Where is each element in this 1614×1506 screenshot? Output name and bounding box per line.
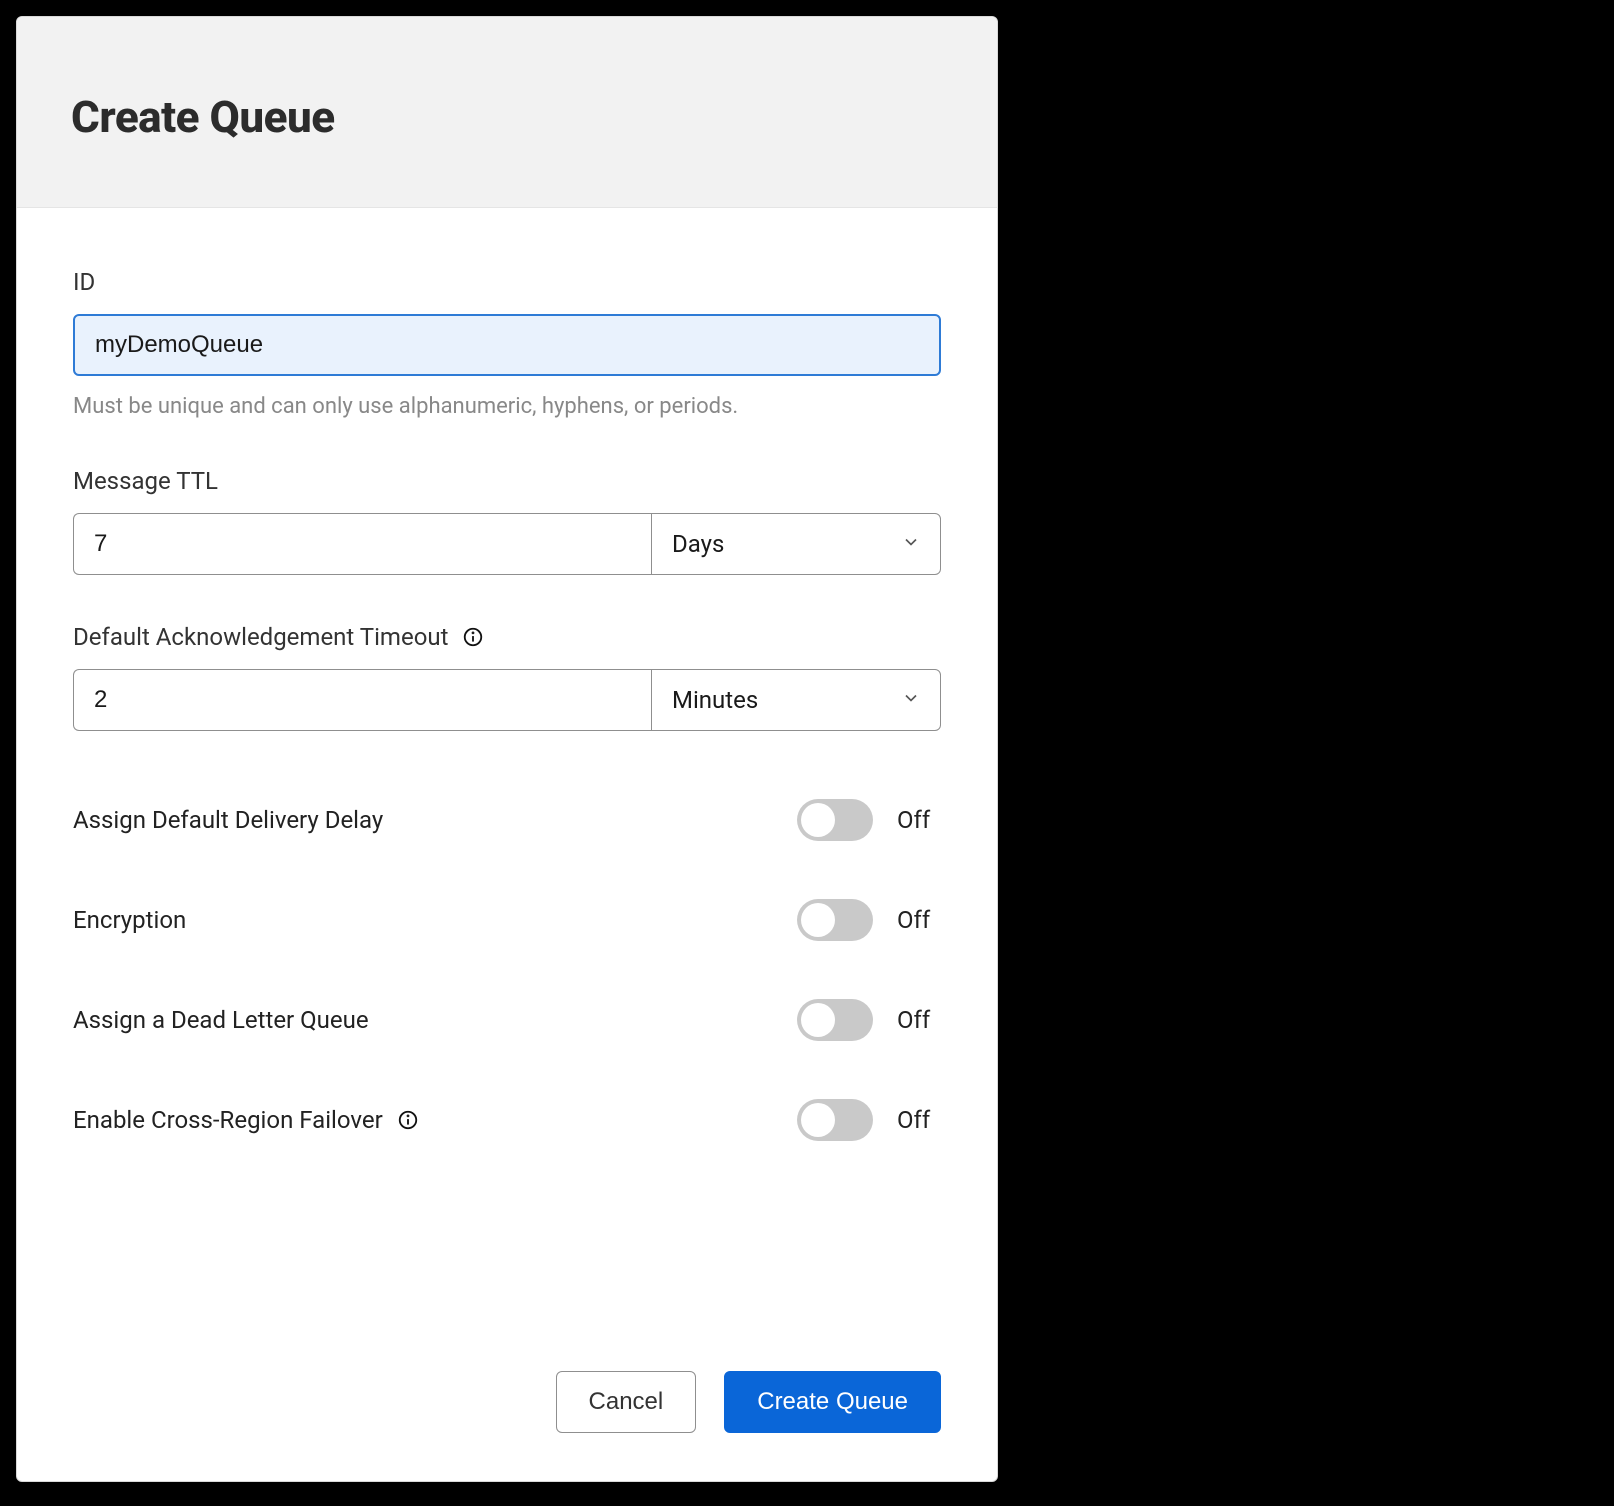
ack-timeout-label: Default Acknowledgement Timeout: [73, 623, 941, 651]
id-help-text: Must be unique and can only use alphanum…: [73, 394, 941, 419]
crossregion-switch[interactable]: [797, 1099, 873, 1141]
cancel-button[interactable]: Cancel: [556, 1371, 697, 1433]
info-icon[interactable]: [462, 626, 484, 648]
ack-timeout-input-pair: Minutes: [73, 669, 941, 731]
create-queue-dialog: Create Queue ID Must be unique and can o…: [16, 16, 998, 1482]
message-ttl-label: Message TTL: [73, 467, 941, 495]
message-ttl-unit-value: Days: [651, 513, 941, 575]
crossregion-label-text: Enable Cross-Region Failover: [73, 1106, 383, 1134]
crossregion-state: Off: [897, 1106, 941, 1134]
dlq-label: Assign a Dead Letter Queue: [73, 1006, 369, 1034]
toggle-delivery-delay: Assign Default Delivery Delay Off: [73, 779, 941, 861]
dlq-state: Off: [897, 1006, 941, 1034]
dialog-header: Create Queue: [17, 17, 997, 208]
toggle-list: Assign Default Delivery Delay Off Encryp…: [73, 779, 941, 1161]
toggle-cross-region-failover: Enable Cross-Region Failover Off: [73, 1079, 941, 1161]
ack-timeout-label-text: Default Acknowledgement Timeout: [73, 623, 448, 651]
crossregion-label: Enable Cross-Region Failover: [73, 1106, 419, 1134]
id-label: ID: [73, 268, 941, 296]
toggle-encryption: Encryption Off: [73, 879, 941, 961]
message-ttl-unit-select[interactable]: Days: [651, 513, 941, 575]
delivery-delay-label: Assign Default Delivery Delay: [73, 806, 383, 834]
id-input[interactable]: [73, 314, 941, 376]
dialog-footer: Cancel Create Queue: [17, 1335, 997, 1481]
create-queue-button[interactable]: Create Queue: [724, 1371, 941, 1433]
ack-timeout-unit-value: Minutes: [651, 669, 941, 731]
delivery-delay-state: Off: [897, 806, 941, 834]
toggle-dead-letter-queue: Assign a Dead Letter Queue Off: [73, 979, 941, 1061]
encryption-label: Encryption: [73, 906, 186, 934]
info-icon[interactable]: [397, 1109, 419, 1131]
dialog-title: Create Queue: [71, 91, 943, 143]
encryption-switch[interactable]: [797, 899, 873, 941]
dlq-switch[interactable]: [797, 999, 873, 1041]
ack-timeout-unit-select[interactable]: Minutes: [651, 669, 941, 731]
field-message-ttl: Message TTL Days: [73, 467, 941, 575]
field-id: ID Must be unique and can only use alpha…: [73, 268, 941, 419]
field-ack-timeout: Default Acknowledgement Timeout Minutes: [73, 623, 941, 731]
ack-timeout-value-input[interactable]: [73, 669, 651, 731]
delivery-delay-switch[interactable]: [797, 799, 873, 841]
message-ttl-value-input[interactable]: [73, 513, 651, 575]
dialog-body: ID Must be unique and can only use alpha…: [17, 208, 997, 1335]
encryption-state: Off: [897, 906, 941, 934]
message-ttl-input-pair: Days: [73, 513, 941, 575]
